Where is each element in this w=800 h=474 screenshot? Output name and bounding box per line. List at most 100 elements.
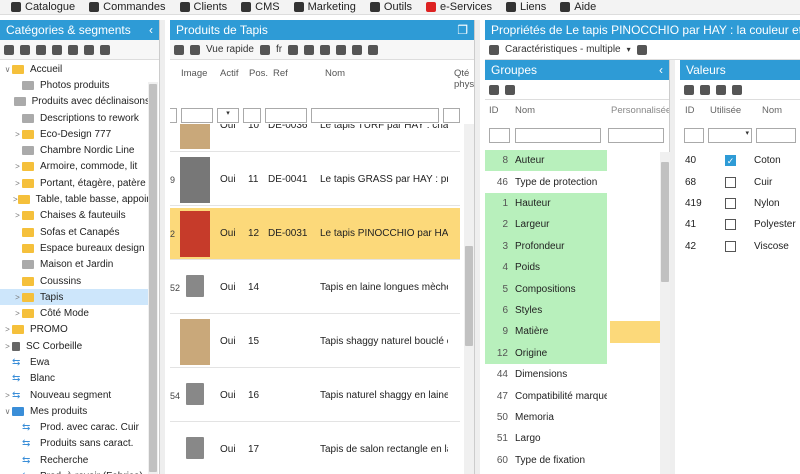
- globe-icon[interactable]: [100, 44, 110, 55]
- filter-actif[interactable]: ▾: [217, 108, 239, 123]
- filter-image[interactable]: [181, 108, 213, 123]
- values-filter-nom[interactable]: [756, 128, 796, 143]
- caret-icon[interactable]: >: [13, 179, 22, 188]
- col-pos[interactable]: Pos.: [249, 68, 268, 79]
- tree-node[interactable]: > Côté Mode: [0, 305, 150, 321]
- group-pers-cell[interactable]: [610, 214, 660, 235]
- tree-node[interactable]: ⇆ Blanc: [0, 371, 150, 387]
- values-filter-id[interactable]: [684, 128, 704, 143]
- tree-node[interactable]: ⇆Prod. à revoir (Fabrice): [0, 468, 150, 474]
- refresh-icon[interactable]: [20, 44, 30, 55]
- values-col-nom[interactable]: Nom: [762, 105, 782, 116]
- group-row[interactable]: 1 Hauteur: [485, 192, 660, 215]
- product-image[interactable]: [180, 210, 210, 257]
- menu-item[interactable]: Marketing: [287, 1, 363, 13]
- caret-icon[interactable]: >: [13, 293, 22, 302]
- tree-node[interactable]: Photos produits: [0, 77, 150, 93]
- caret-icon[interactable]: >: [13, 162, 22, 171]
- add-icon[interactable]: [336, 44, 347, 55]
- group-pers-cell[interactable]: [610, 171, 660, 192]
- product-image[interactable]: [180, 428, 210, 471]
- table-row[interactable]: 54 Oui 16 Tapis naturel shaggy en laine e: [170, 370, 460, 422]
- tree-node[interactable]: ∨ Accueil: [0, 61, 150, 77]
- help-icon[interactable]: [636, 44, 647, 55]
- splitter-left[interactable]: [160, 20, 165, 474]
- caret-icon[interactable]: >: [3, 391, 12, 400]
- filter-pos-prefix[interactable]: [170, 108, 177, 123]
- group-pers-cell[interactable]: [610, 385, 660, 406]
- products-scrollbar[interactable]: [464, 124, 474, 474]
- tree-node[interactable]: > Table, table basse, appoint: [0, 191, 150, 207]
- view-icon[interactable]: [190, 44, 200, 55]
- value-row[interactable]: 40 ✓ Coton: [680, 150, 800, 171]
- pin-icon[interactable]: [368, 44, 379, 55]
- filter-ref[interactable]: [265, 108, 307, 123]
- menu-item[interactable]: Commandes: [82, 1, 172, 13]
- filter-nom[interactable]: [311, 108, 439, 123]
- group-pers-cell[interactable]: [610, 278, 660, 299]
- used-checkbox[interactable]: [725, 219, 736, 231]
- menu-item[interactable]: Liens: [499, 1, 553, 13]
- tree-node[interactable]: Maison et Jardin: [0, 257, 150, 273]
- filter-icon[interactable]: [288, 44, 299, 55]
- group-row[interactable]: 8 Auteur: [485, 150, 660, 172]
- used-checkbox[interactable]: ✓: [725, 155, 736, 167]
- groups-col-nom[interactable]: Nom: [515, 105, 535, 116]
- value-row[interactable]: 41 Polyester: [680, 214, 800, 235]
- tree-node[interactable]: > SC Corbeille: [0, 338, 150, 354]
- group-row[interactable]: 46 Type de protection: [485, 171, 660, 192]
- tree-node[interactable]: > Portant, étagère, patère: [0, 175, 150, 191]
- splitter-middle[interactable]: [475, 20, 480, 474]
- filter-icon[interactable]: [4, 44, 14, 55]
- caret-icon[interactable]: >: [13, 130, 22, 139]
- table-row[interactable]: Oui 10 DE-0036 Le tapis TURF par HAY : chau…: [170, 124, 460, 152]
- tree-node[interactable]: > Armoire, commode, lit: [0, 159, 150, 175]
- group-row[interactable]: 3 Profondeur: [485, 235, 660, 257]
- group-pers-cell[interactable]: [610, 150, 660, 171]
- group-pers-cell[interactable]: [610, 321, 660, 343]
- lang-select[interactable]: fr: [276, 44, 282, 55]
- group-pers-cell[interactable]: [610, 300, 660, 321]
- values-col-id[interactable]: ID: [685, 105, 695, 116]
- caret-icon[interactable]: >: [13, 195, 18, 204]
- flag-icon[interactable]: [260, 44, 270, 55]
- col-image[interactable]: Image: [181, 68, 207, 79]
- link-icon[interactable]: [716, 84, 726, 95]
- collapse-icon[interactable]: ‹: [659, 63, 663, 77]
- categories-scrollbar[interactable]: [148, 82, 158, 474]
- group-row[interactable]: 6 Styles: [485, 299, 660, 322]
- caret-icon[interactable]: >: [3, 342, 12, 351]
- used-checkbox[interactable]: [725, 240, 736, 252]
- group-row[interactable]: 44 Dimensions: [485, 364, 660, 385]
- value-row[interactable]: 42 Viscose: [680, 236, 800, 257]
- group-row[interactable]: 12 Origine: [485, 342, 660, 364]
- col-actif[interactable]: Actif: [220, 68, 238, 79]
- product-image[interactable]: [180, 156, 210, 203]
- values-col-used[interactable]: Utilisée: [710, 105, 741, 116]
- product-image[interactable]: [180, 374, 210, 417]
- menu-item[interactable]: e-Services: [419, 1, 499, 13]
- tree-node[interactable]: > Eco-Design 777: [0, 126, 150, 142]
- table-row[interactable]: Oui 15 Tapis shaggy naturel bouclé en: [170, 316, 460, 368]
- copy-icon[interactable]: ❐: [457, 23, 468, 37]
- used-checkbox[interactable]: [725, 176, 736, 188]
- product-image[interactable]: [180, 318, 210, 365]
- product-image[interactable]: [180, 266, 210, 309]
- tree-node[interactable]: Sofas et Canapés: [0, 224, 150, 240]
- group-row[interactable]: 51 Largo: [485, 428, 660, 449]
- values-filter-used[interactable]: ▾: [708, 128, 752, 143]
- tree-node[interactable]: ∨ Mes produits: [0, 403, 150, 419]
- mode-select[interactable]: Caractéristiques - multiple: [505, 44, 621, 55]
- unlink-icon[interactable]: [732, 84, 742, 95]
- table-row[interactable]: Oui 17 Tapis de salon rectangle en lain: [170, 424, 460, 474]
- group-row[interactable]: 9 Matière: [485, 321, 660, 343]
- tree-node[interactable]: > Chaises & fauteuils: [0, 208, 150, 224]
- groups-filter-nom[interactable]: [515, 128, 601, 143]
- menu-item[interactable]: Outils: [363, 1, 419, 13]
- groups-col-pers[interactable]: Personnalisée_: [611, 105, 669, 116]
- groups-scrollbar[interactable]: [660, 152, 670, 474]
- value-row[interactable]: 419 Nylon: [680, 193, 800, 214]
- refresh-icon[interactable]: [684, 84, 694, 95]
- value-row[interactable]: 68 Cuir: [680, 171, 800, 192]
- group-pers-cell[interactable]: [610, 364, 660, 385]
